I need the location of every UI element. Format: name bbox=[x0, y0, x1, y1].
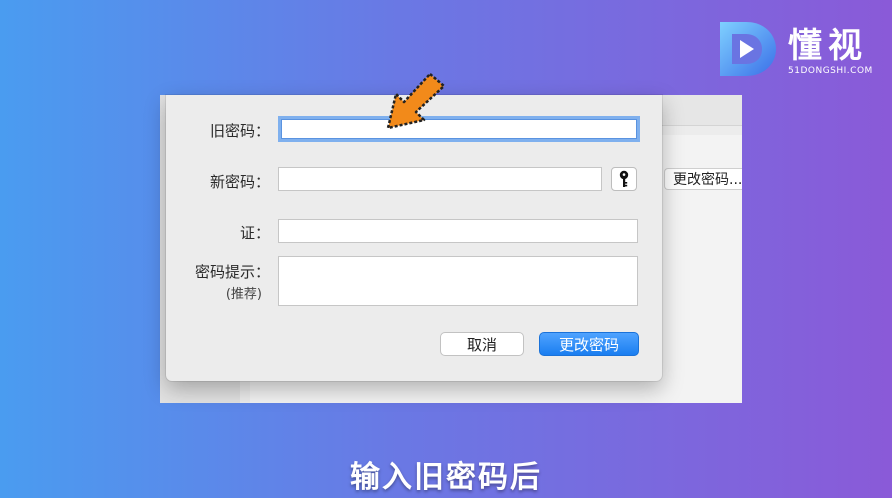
new-password-field[interactable] bbox=[278, 167, 602, 191]
change-password-sheet: 旧密码： 新密码： 证： 密码提示： (推荐) 取消 更改密码 bbox=[166, 95, 662, 381]
brand-name-cn: 懂视 bbox=[788, 26, 868, 66]
brand-name-en: 51DONGSHI.COM bbox=[788, 66, 873, 76]
password-assistant-button[interactable] bbox=[611, 167, 637, 191]
cancel-button[interactable]: 取消 bbox=[440, 332, 524, 356]
old-password-label: 旧密码： bbox=[209, 122, 270, 140]
verify-label: 证： bbox=[239, 224, 270, 242]
change-password-button[interactable]: 更改密码 bbox=[539, 332, 639, 356]
dongshi-logo-icon bbox=[720, 22, 776, 76]
old-password-field[interactable] bbox=[278, 116, 640, 142]
new-password-label: 新密码： bbox=[209, 173, 270, 191]
password-hint-label: 密码提示： bbox=[194, 263, 270, 281]
verify-password-field[interactable] bbox=[278, 219, 638, 243]
password-hint-field[interactable] bbox=[278, 256, 638, 306]
pointer-arrow-icon bbox=[386, 72, 446, 130]
password-hint-recommended: (推荐) bbox=[225, 287, 262, 302]
background-change-password-button[interactable]: 更改密码... bbox=[664, 168, 742, 190]
subtitle-caption: 输入旧密码后 bbox=[350, 460, 542, 495]
key-icon bbox=[619, 170, 629, 187]
